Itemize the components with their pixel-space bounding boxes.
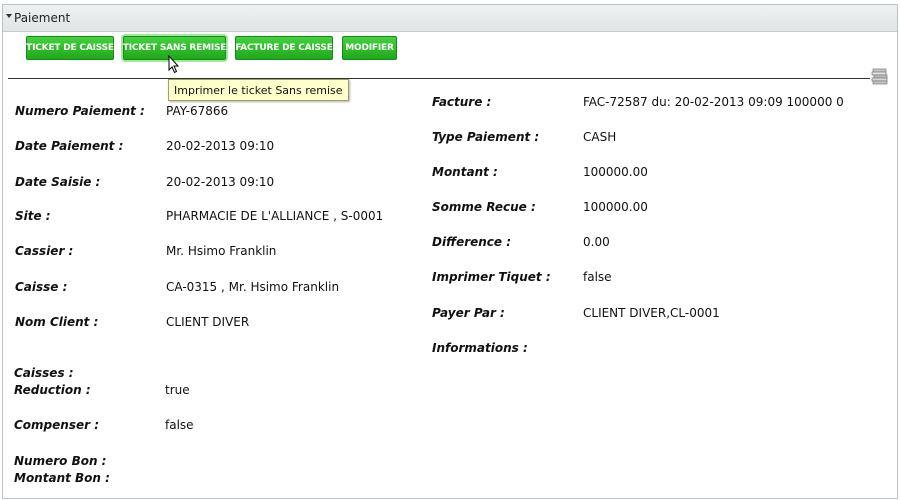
montant-value: 100000.00 (583, 165, 648, 179)
informations-label: Informations : (432, 341, 528, 355)
payer-par-value: CLIENT DIVER,CL-0001 (583, 306, 720, 320)
separator-line (8, 78, 870, 79)
date-paiement-label: Date Paiement : (15, 139, 124, 153)
date-paiement-value: 20-02-2013 09:10 (166, 139, 275, 153)
reduction-value: true (165, 383, 190, 397)
modifier-button[interactable]: MODIFIER (342, 36, 397, 60)
nom-client-value: CLIENT DIVER (166, 315, 250, 329)
site-label: Site : (15, 209, 51, 223)
cassier-value: Mr. Hsimo Franklin (166, 244, 277, 258)
montant-label: Montant : (432, 165, 498, 179)
panel-title: Paiement (14, 11, 71, 25)
date-saisie-label: Date Saisie : (15, 175, 101, 189)
somme-recue-value: 100000.00 (583, 200, 648, 214)
payer-par-label: Payer Par : (432, 306, 505, 320)
imprimer-tiquet-value: false (583, 270, 612, 284)
site-value: PHARMACIE DE L'ALLIANCE , S-0001 (166, 209, 384, 223)
date-saisie-value: 20-02-2013 09:10 (166, 175, 275, 189)
compenser-value: false (165, 418, 194, 432)
imprimer-tiquet-label: Imprimer Tiquet : (432, 270, 551, 284)
ticket-de-caisse-button[interactable]: TICKET DE CAISSE (26, 36, 114, 60)
mouse-cursor-icon (168, 55, 180, 74)
facture-value: FAC-72587 du: 20-02-2013 09:09 100000 0 (583, 95, 844, 109)
tooltip: Imprimer le ticket Sans remise (168, 79, 349, 101)
nom-client-label: Nom Client : (15, 315, 99, 329)
collapse-triangle-icon[interactable] (6, 14, 12, 18)
caisses-label: Caisses : (14, 366, 74, 380)
facture-label: Facture : (432, 95, 492, 109)
difference-value: 0.00 (583, 235, 610, 249)
cassier-label: Cassier : (15, 244, 74, 258)
montant-bon-label: Montant Bon : (14, 471, 110, 485)
books-stack-icon[interactable] (871, 66, 889, 86)
panel-header[interactable]: Paiement (3, 5, 897, 32)
facture-de-caisse-button[interactable]: FACTURE DE CAISSE (235, 36, 333, 60)
numero-bon-label: Numero Bon : (14, 454, 107, 468)
compenser-label: Compenser : (14, 418, 100, 432)
somme-recue-label: Somme Recue : (432, 200, 536, 214)
difference-label: Difference : (432, 235, 512, 249)
numero-paiement-label: Numero Paiement : (15, 104, 145, 118)
numero-paiement-value: PAY-67866 (166, 104, 229, 118)
reduction-label: Reduction : (14, 383, 91, 397)
caisse-label: Caisse : (15, 280, 68, 294)
caisse-value: CA-0315 , Mr. Hsimo Franklin (166, 280, 340, 294)
type-paiement-value: CASH (583, 130, 617, 144)
type-paiement-label: Type Paiement : (432, 130, 540, 144)
